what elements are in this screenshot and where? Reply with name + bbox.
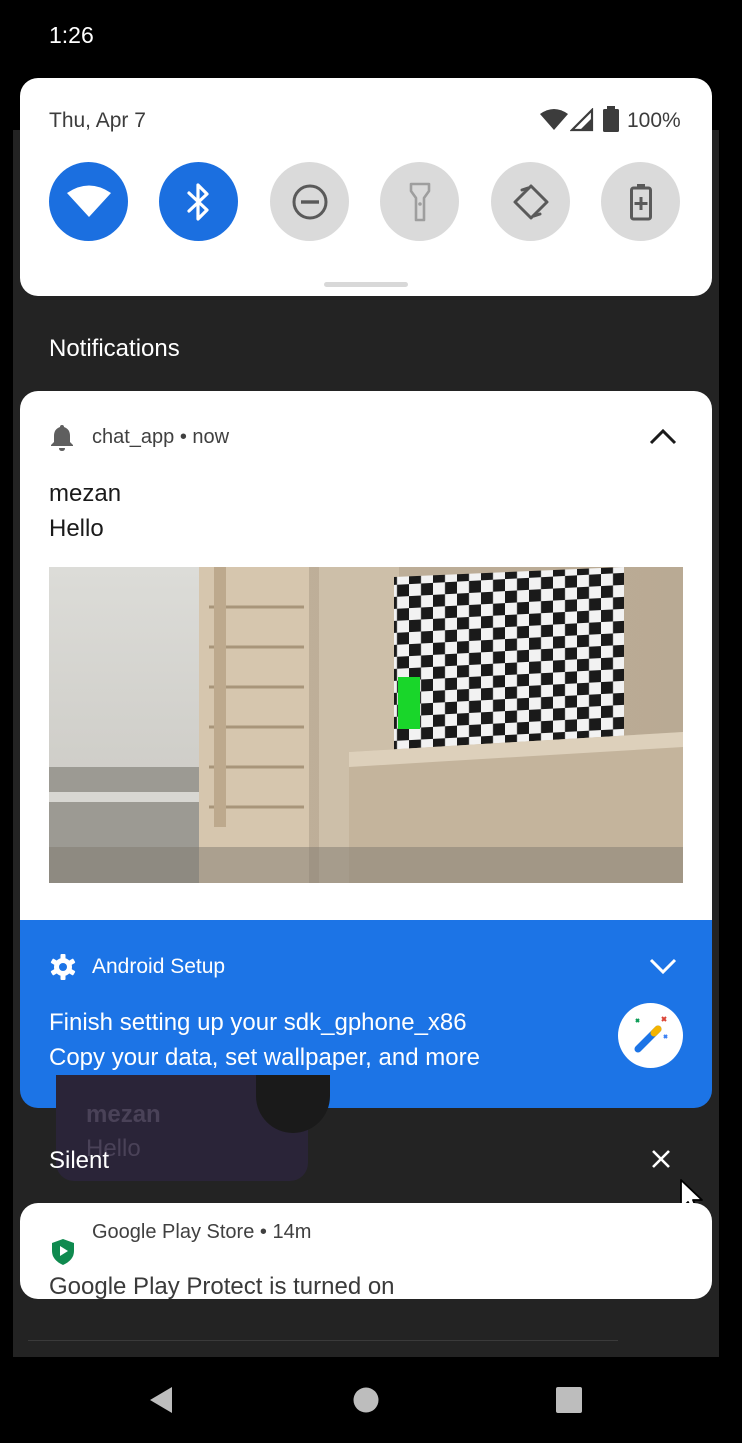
separator-dot: • xyxy=(254,1221,273,1243)
play-store-notification[interactable]: Google Play Store • 14m Google Play Prot… xyxy=(20,1203,712,1299)
bell-icon xyxy=(51,425,73,451)
silent-header: Silent xyxy=(49,1147,110,1174)
dnd-icon xyxy=(292,184,327,219)
notification-title: Google Play Protect is turned on xyxy=(49,1273,395,1299)
wifi-icon xyxy=(66,185,111,217)
notification-time: 14m xyxy=(272,1221,312,1243)
recents-icon[interactable] xyxy=(556,1387,582,1413)
close-icon[interactable] xyxy=(651,1149,671,1169)
app-name: chat_app xyxy=(92,426,175,448)
notification-text: Hello xyxy=(49,515,104,542)
notification-title: mezan xyxy=(49,480,122,507)
setup-wizard-badge xyxy=(618,1003,683,1068)
notification-time: now xyxy=(192,426,230,448)
date-label[interactable]: Thu, Apr 7 xyxy=(49,109,146,133)
app-name: Android Setup xyxy=(92,955,226,978)
back-icon[interactable] xyxy=(148,1386,174,1414)
app-name: Google Play Store xyxy=(92,1221,255,1243)
divider xyxy=(28,1340,618,1341)
notification-image xyxy=(49,567,683,883)
quick-settings-drag-handle[interactable] xyxy=(324,282,408,287)
notification-header: chat_app • now xyxy=(92,426,229,449)
notifications-header: Notifications xyxy=(49,335,180,362)
setup-line-2: Copy your data, set wallpaper, and more xyxy=(49,1044,480,1071)
expand-chevron-down-icon[interactable] xyxy=(649,958,677,976)
home-icon[interactable] xyxy=(353,1387,379,1413)
navigation-bar xyxy=(0,1357,742,1443)
battery-saver-tile[interactable] xyxy=(601,162,680,241)
collapse-chevron-up-icon[interactable] xyxy=(649,427,677,445)
wifi-status-icon xyxy=(540,109,568,130)
setup-line-1: Finish setting up your sdk_gphone_x86 xyxy=(49,1009,467,1036)
separator-dot: • xyxy=(174,426,193,448)
ghost-title: mezan xyxy=(86,1101,161,1128)
gear-icon xyxy=(50,954,76,980)
flashlight-tile[interactable] xyxy=(380,162,459,241)
notification-header: Google Play Store • 14m xyxy=(92,1221,311,1244)
battery-icon xyxy=(603,106,619,132)
do-not-disturb-tile[interactable] xyxy=(270,162,349,241)
battery-percent: 100% xyxy=(627,109,681,132)
cellular-signal-icon xyxy=(570,108,594,132)
bluetooth-tile[interactable] xyxy=(159,162,238,241)
shield-icon xyxy=(52,1239,74,1265)
auto-rotate-tile[interactable] xyxy=(491,162,570,241)
rotate-icon xyxy=(513,184,548,219)
magic-wand-icon xyxy=(634,1016,668,1053)
wifi-tile[interactable] xyxy=(49,162,128,241)
flashlight-icon xyxy=(409,182,430,221)
chat-notification[interactable]: chat_app • now mezan Hello xyxy=(20,391,712,931)
quick-settings-panel: Thu, Apr 7 100% xyxy=(20,78,712,296)
status-bar-time: 1:26 xyxy=(49,22,94,48)
battery-saver-icon xyxy=(629,183,652,220)
bluetooth-icon xyxy=(186,182,209,221)
